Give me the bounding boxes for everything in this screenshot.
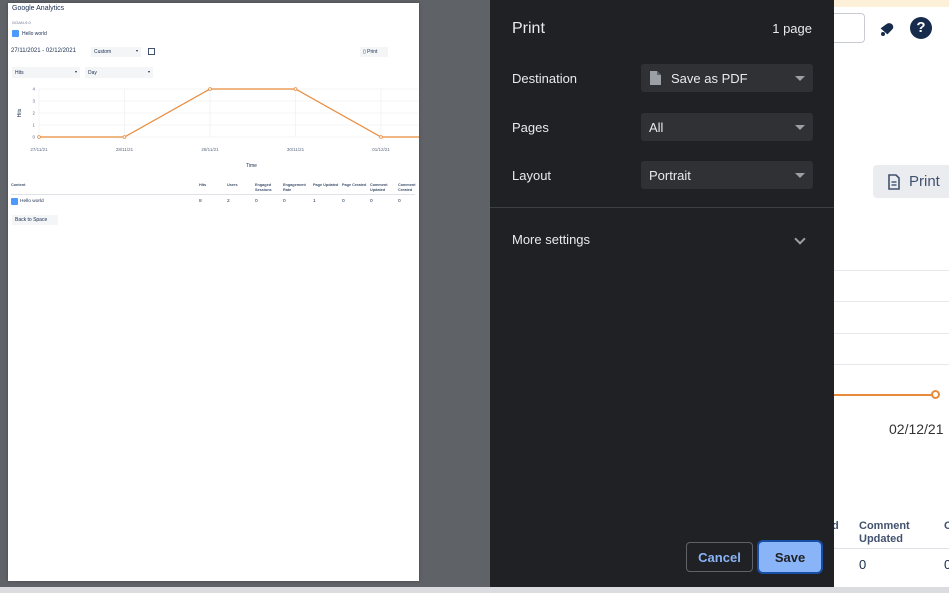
page-icon <box>11 198 18 205</box>
chart-y-tick-label: 2 <box>32 111 35 116</box>
analytics-table: Content Hits Users Engaged Sessions Engageme… <box>11 182 416 209</box>
layout-value: Portrait <box>649 167 691 183</box>
table-header-cell: Comment Updated <box>370 183 388 192</box>
chart-point <box>208 87 212 91</box>
chevron-down-icon <box>795 76 805 81</box>
chart-gridline <box>834 270 949 271</box>
destination-value: Save as PDF <box>671 70 748 86</box>
table-cell: 8 <box>199 199 202 204</box>
table-header-comment-updated: Comment Updated <box>859 520 910 545</box>
pages-label: Pages <box>512 120 549 135</box>
content-link[interactable]: Hello world <box>20 199 44 204</box>
more-settings-label: More settings <box>512 232 591 247</box>
chart-x-tick-label: 28/11/21 <box>116 147 134 152</box>
chart-point <box>293 87 298 91</box>
calendar-icon[interactable] <box>148 48 155 55</box>
table-header-cell: Engaged Sessions <box>255 183 272 192</box>
page-count: 1 page <box>772 21 812 36</box>
table-header-cell: Comment Created <box>398 183 416 192</box>
chart-y-tick-label: 3 <box>32 99 35 104</box>
notification-icon[interactable] <box>876 17 898 39</box>
table-cell: 0 <box>859 557 867 572</box>
chart-x-tick-label: 27/11/21 <box>30 147 48 152</box>
pages-value: All <box>649 119 664 135</box>
destination-label: Destination <box>512 71 578 86</box>
layout-select[interactable]: Portrait <box>641 161 813 189</box>
table-cell: 0 <box>342 199 345 204</box>
chart-gridline <box>834 301 949 302</box>
table-header-cell: Engagement Rate <box>283 183 306 192</box>
table-header-cell: Users <box>227 183 238 187</box>
layout-label: Layout <box>512 168 552 183</box>
file-icon <box>650 71 661 85</box>
table-cell: 0 <box>944 557 949 572</box>
table-cell: 0 <box>370 199 373 204</box>
cancel-button[interactable]: Cancel <box>686 542 753 572</box>
dialog-divider <box>490 207 834 208</box>
table-cell: 1 <box>313 199 316 204</box>
chart-y-axis-label: Hits <box>17 108 23 117</box>
table-cell: 2 <box>227 199 230 204</box>
chart-x-tick-label: 30/11/21 <box>287 147 305 152</box>
chart-point <box>379 135 383 139</box>
document-icon: ▯ <box>363 49 366 55</box>
table-header-row: Content Hits Users Engaged Sessions Engageme… <box>11 182 416 195</box>
chart-gridline <box>834 364 949 365</box>
pages-select[interactable]: All <box>641 113 813 141</box>
chevron-down-icon <box>795 173 805 178</box>
save-button[interactable]: Save <box>759 542 821 572</box>
chart-y-tick-label: 1 <box>32 123 35 128</box>
date-range: 27/11/2021 - 02/12/2021 <box>11 48 76 54</box>
page-print-label: Print <box>909 173 940 190</box>
table-header-cell: Hits <box>199 183 207 187</box>
page-print-button[interactable]: Print <box>873 165 949 198</box>
chart-point <box>122 135 127 139</box>
chart-y-tick-label: 0 <box>32 135 35 140</box>
print-preview-area: Google Analytics GOAN-9.0 Hello world 27… <box>0 0 490 593</box>
hits-chart: 0 1 2 3 4 27/11/21 28/11/21 29/11/21 30/11/21 01/… <box>17 87 419 152</box>
range-select[interactable]: Custom ▾ <box>91 47 141 57</box>
table-cell: 0 <box>398 199 401 204</box>
dialog-title: Print <box>512 20 545 37</box>
table-header-cell: Content <box>11 183 26 187</box>
app-version: GOAN-9.0 <box>12 20 31 25</box>
preview-print-button[interactable]: ▯ Print <box>360 47 388 57</box>
table-divider <box>834 548 949 549</box>
chevron-down-icon <box>794 233 806 245</box>
chart-point <box>931 390 940 399</box>
more-settings-toggle[interactable]: More settings <box>490 222 834 258</box>
page-icon <box>12 30 19 37</box>
chart-y-tick-label: 4 <box>32 87 35 92</box>
document-icon <box>888 173 900 190</box>
interval-select[interactable]: Day ▾ <box>85 67 153 78</box>
table-header-cell: Page Created <box>342 183 367 187</box>
table-row: Hello world 8 2 0 0 1 0 0 0 <box>11 195 415 209</box>
destination-select[interactable]: Save as PDF <box>641 64 813 92</box>
preview-page: Google Analytics GOAN-9.0 Hello world 27… <box>8 3 419 581</box>
notification-banner <box>834 0 949 7</box>
table-cell: 0 <box>255 199 258 204</box>
chevron-down-icon <box>795 125 805 130</box>
table-header-cell: Page Updated <box>313 183 339 187</box>
chart-x-tick-label: 01/12/21 <box>372 147 390 152</box>
window-bottom-edge <box>0 587 949 593</box>
metric-select[interactable]: Hits ▾ <box>12 67 80 78</box>
page-name: Hello world <box>22 31 47 37</box>
chart-gridline <box>834 333 949 334</box>
table-header-partial: C <box>944 520 949 532</box>
help-icon[interactable]: ? <box>910 17 932 39</box>
chart-x-tick-label: 29/11/21 <box>201 147 219 152</box>
chart-point <box>37 135 41 139</box>
back-to-space-button[interactable]: Back to Space <box>12 215 58 225</box>
table-cell: 0 <box>283 199 286 204</box>
print-dialog: Print 1 page Destination Save as PDF Pag… <box>490 0 834 587</box>
app-title: Google Analytics <box>12 5 65 12</box>
x-axis-label: Time <box>246 163 257 169</box>
chart-series-line <box>834 394 936 396</box>
chart-x-tick-label: 02/12/21 <box>889 421 944 437</box>
